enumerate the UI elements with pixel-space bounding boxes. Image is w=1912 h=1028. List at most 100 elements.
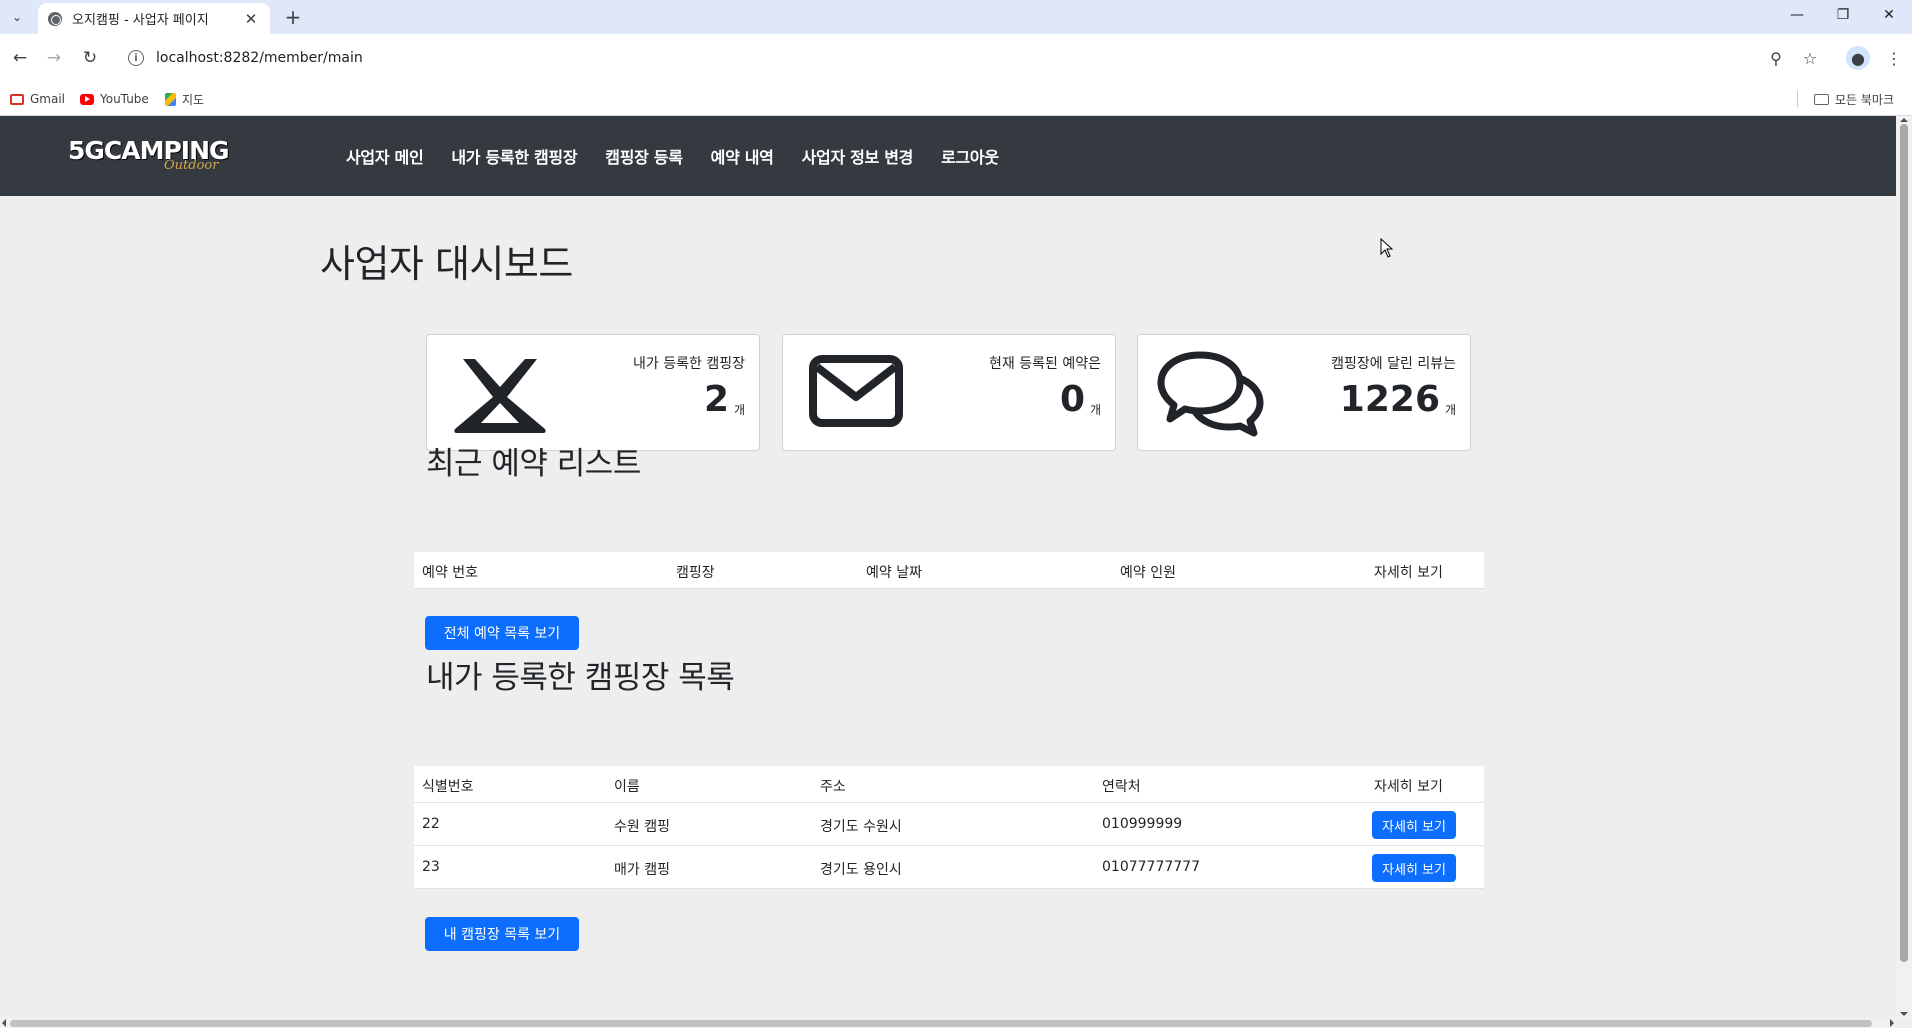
scroll-down-icon[interactable]: [1900, 1012, 1908, 1016]
bookmark-youtube[interactable]: YouTube: [80, 88, 149, 110]
vertical-scrollbar[interactable]: [1896, 116, 1912, 1018]
all-reservations-button[interactable]: 전체 예약 목록 보기: [425, 616, 579, 650]
reservations-table: 예약 번호 캠핑장 예약 날짜 예약 인원 자세히 보기: [414, 552, 1484, 589]
menu-kebab-icon[interactable]: ⋮: [1882, 46, 1906, 70]
stat-label: 현재 등록된 예약은: [989, 356, 1101, 372]
camping-address: 경기도 용인시: [820, 862, 902, 878]
mouse-cursor-icon: [1380, 238, 1394, 258]
nav-link-business-main[interactable]: 사업자 메인: [346, 144, 424, 168]
browser-tab[interactable]: 오지캠핑 - 사업자 페이지 ✕: [38, 3, 270, 34]
page-viewport: 5GCAMPING Outdoor 사업자 메인 내가 등록한 캠핑장 캠핑장 …: [0, 116, 1896, 1018]
profile-avatar-icon[interactable]: ●: [1846, 46, 1870, 70]
stat-unit: 개: [1444, 403, 1456, 417]
table-row: 22 수원 캠핑 경기도 수원시 010999999 자세히 보기: [414, 803, 1484, 846]
bookmark-gmail[interactable]: Gmail: [10, 88, 65, 110]
column-header: 예약 인원: [1120, 565, 1176, 581]
globe-icon: [48, 11, 62, 26]
close-window-icon[interactable]: ✕: [1866, 0, 1912, 30]
scrollbar-thumb[interactable]: [10, 1020, 1872, 1027]
browser-tab-strip: ⌄ 오지캠핑 - 사업자 페이지 ✕ + — ❐ ✕: [0, 0, 1912, 34]
all-campings-button[interactable]: 내 캠핑장 목록 보기: [425, 917, 579, 951]
nav-link-reservations[interactable]: 예약 내역: [711, 144, 774, 168]
recent-reservations-title: 최근 예약 리스트: [426, 446, 641, 482]
stat-value: 1226: [1339, 379, 1440, 420]
camping-name: 매가 캠핑: [614, 862, 670, 878]
stat-value: 2: [703, 379, 729, 420]
all-bookmarks-label: 모든 북마크: [1835, 92, 1895, 107]
bookmark-label: Gmail: [30, 92, 66, 106]
column-header: 이름: [614, 779, 640, 795]
page-title: 사업자 대시보드: [320, 242, 573, 286]
bookmark-star-icon[interactable]: ☆: [1798, 46, 1822, 70]
camping-id: 22: [422, 816, 440, 832]
bookmark-label: 지도: [182, 92, 205, 107]
campings-table: 식별번호 이름 주소 연락처 자세히 보기 22 수원 캠핑 경기도 수원시 0…: [414, 766, 1484, 889]
detail-button[interactable]: 자세히 보기: [1372, 811, 1456, 839]
stat-card-reservations: 현재 등록된 예약은 0 개: [782, 334, 1116, 451]
scrollbar-thumb[interactable]: [1900, 124, 1908, 962]
horizontal-scrollbar[interactable]: [0, 1018, 1896, 1028]
bookmarks-divider: [1797, 91, 1798, 107]
camping-name: 수원 캠핑: [614, 819, 670, 835]
camping-address: 경기도 수원시: [820, 819, 902, 835]
column-header: 주소: [820, 779, 846, 795]
site-logo[interactable]: 5GCAMPING Outdoor: [68, 136, 230, 178]
stat-value: 0: [1059, 379, 1085, 420]
my-campings-title: 내가 등록한 캠핑장 목록: [426, 660, 735, 696]
minimize-icon[interactable]: —: [1774, 0, 1820, 30]
stat-label: 내가 등록한 캠핑장: [633, 356, 745, 372]
reload-icon[interactable]: ↻: [78, 46, 102, 70]
bookmark-maps[interactable]: 지도: [165, 88, 204, 110]
column-header: 자세히 보기: [1374, 779, 1443, 795]
url-text: localhost:8282/member/main: [156, 50, 363, 66]
maps-icon: [165, 92, 176, 106]
camping-phone: 01077777777: [1102, 859, 1200, 875]
camping-phone: 010999999: [1102, 816, 1183, 832]
zoom-icon[interactable]: ⚲: [1764, 46, 1788, 70]
comments-icon: [1157, 351, 1264, 437]
close-tab-icon[interactable]: ✕: [242, 10, 260, 28]
bookmarks-bar: Gmail YouTube 지도 모든 북마크: [0, 82, 1912, 116]
browser-toolbar: ← → ↻ i localhost:8282/member/main ⚲ ☆ ●…: [0, 34, 1912, 82]
detail-button[interactable]: 자세히 보기: [1372, 854, 1456, 882]
nav-link-edit-business-info[interactable]: 사업자 정보 변경: [802, 144, 914, 168]
address-bar[interactable]: i localhost:8282/member/main: [118, 41, 1772, 75]
nav-link-register-camping[interactable]: 캠핑장 등록: [605, 144, 683, 168]
envelope-icon: [809, 355, 903, 427]
restore-icon[interactable]: ❐: [1820, 0, 1866, 30]
camping-id: 23: [422, 859, 440, 875]
stat-unit: 개: [733, 403, 745, 417]
all-bookmarks-folder[interactable]: 모든 북마크: [1814, 88, 1894, 110]
forward-arrow-icon[interactable]: →: [42, 46, 66, 70]
new-tab-icon[interactable]: +: [280, 4, 306, 30]
bookmark-label: YouTube: [100, 92, 149, 106]
stat-card-campings: 내가 등록한 캠핑장 2 개: [426, 334, 760, 451]
youtube-icon: [80, 93, 94, 105]
scroll-left-icon[interactable]: [2, 1019, 6, 1027]
nav-links: 사업자 메인 내가 등록한 캠핑장 캠핑장 등록 예약 내역 사업자 정보 변경…: [346, 116, 1027, 196]
column-header: 예약 번호: [422, 565, 478, 581]
folder-icon: [1814, 93, 1829, 105]
column-header: 식별번호: [422, 779, 474, 795]
nav-link-logout[interactable]: 로그아웃: [941, 144, 999, 168]
nav-link-my-campings[interactable]: 내가 등록한 캠핑장: [451, 144, 577, 168]
scroll-right-icon[interactable]: [1890, 1019, 1894, 1027]
site-navbar: 5GCAMPING Outdoor 사업자 메인 내가 등록한 캠핑장 캠핑장 …: [0, 116, 1896, 196]
tent-icon: [454, 359, 546, 433]
column-header: 자세히 보기: [1374, 565, 1443, 581]
stat-card-reviews: 캠핑장에 달린 리뷰는 1226 개: [1137, 334, 1471, 451]
tab-search-icon[interactable]: ⌄: [6, 6, 28, 28]
table-header: 예약 번호 캠핑장 예약 날짜 예약 인원 자세히 보기: [414, 552, 1484, 589]
back-arrow-icon[interactable]: ←: [8, 46, 32, 70]
table-row: 23 매가 캠핑 경기도 용인시 01077777777 자세히 보기: [414, 846, 1484, 889]
site-info-icon[interactable]: i: [128, 50, 144, 66]
tab-title: 오지캠핑 - 사업자 페이지: [72, 13, 209, 28]
logo-subtext: Outdoor: [164, 158, 219, 173]
column-header: 예약 날짜: [866, 565, 922, 581]
table-header: 식별번호 이름 주소 연락처 자세히 보기: [414, 766, 1484, 803]
window-controls: — ❐ ✕: [1774, 0, 1912, 30]
column-header: 연락처: [1102, 779, 1141, 795]
stat-unit: 개: [1089, 403, 1101, 417]
stat-label: 캠핑장에 달린 리뷰는: [1331, 356, 1456, 372]
scroll-up-icon[interactable]: [1900, 118, 1908, 122]
